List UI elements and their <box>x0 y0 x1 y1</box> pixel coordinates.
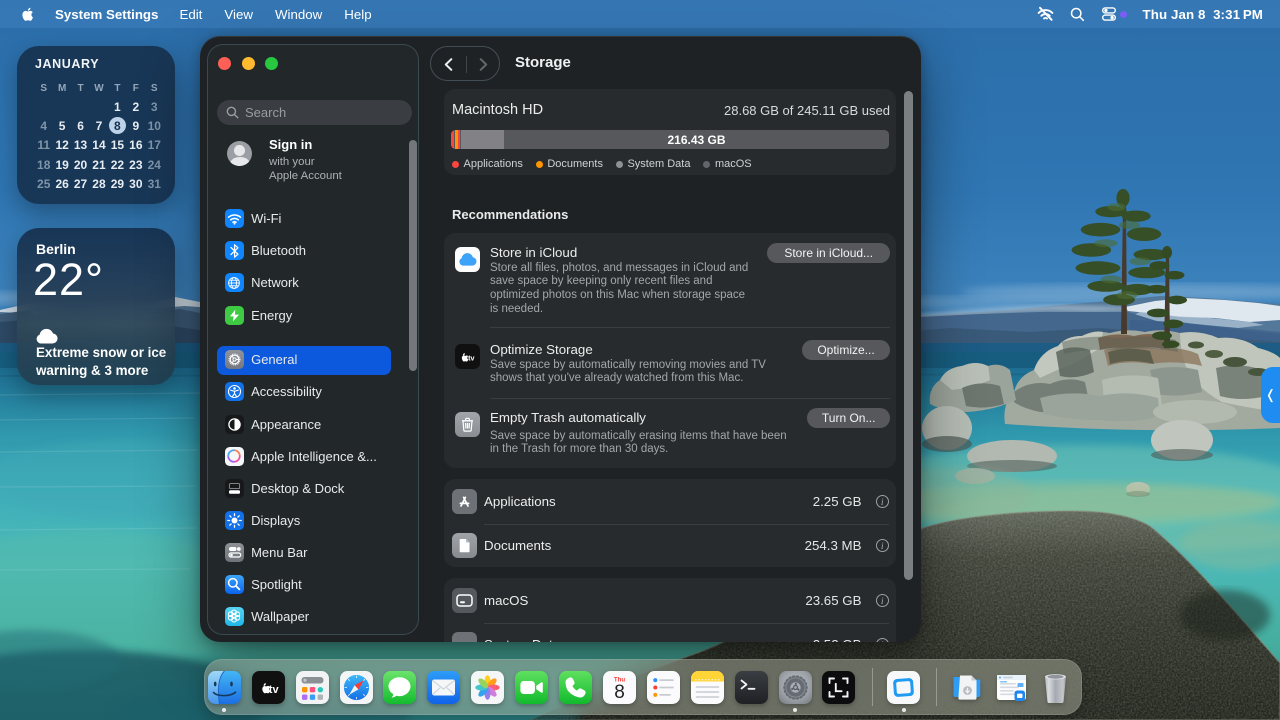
svg-text:8: 8 <box>614 682 625 703</box>
svg-text:tv: tv <box>268 684 279 696</box>
svg-text:tv: tv <box>468 353 474 362</box>
